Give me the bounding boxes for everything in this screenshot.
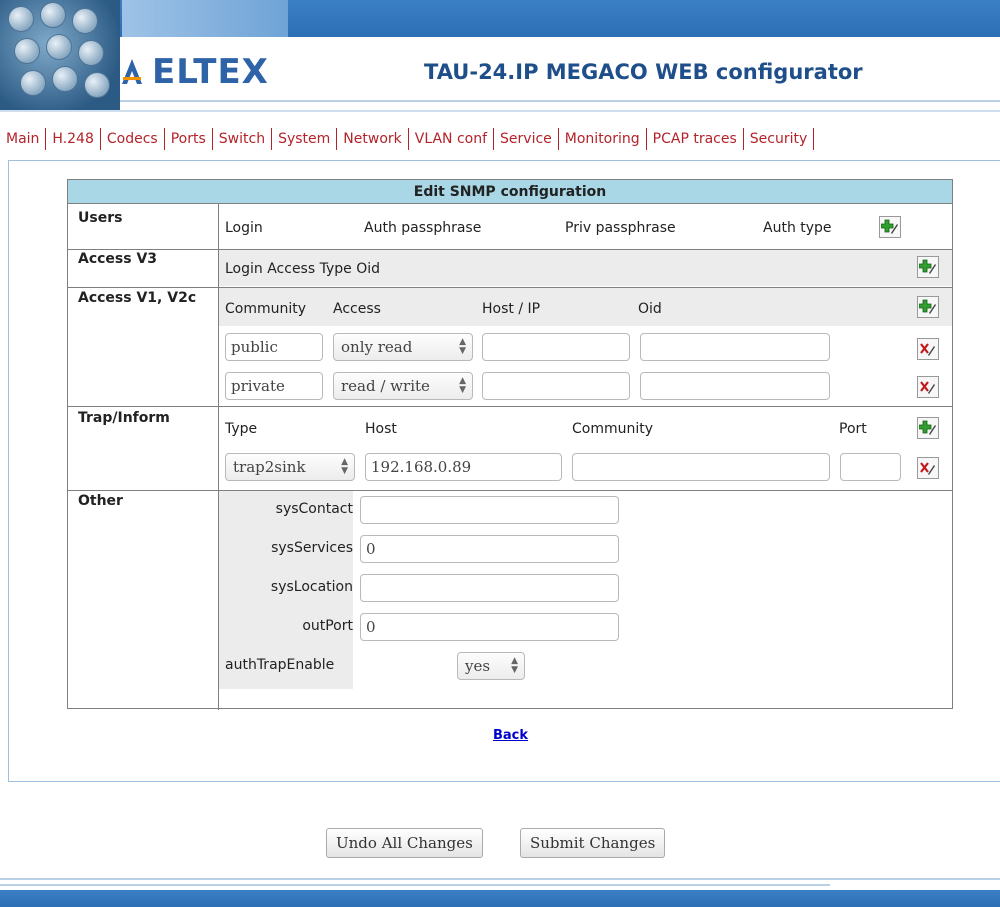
- trap-type-value: trap2sink: [233, 458, 306, 476]
- trap-type-select[interactable]: trap2sink ▲ ▼: [225, 453, 355, 481]
- access-v3-label: Access V3: [78, 251, 158, 267]
- access-select[interactable]: read / write ▲ ▼: [333, 372, 473, 400]
- authtrapenable-value: yes: [465, 657, 491, 675]
- select-arrows-icon: ▲ ▼: [459, 337, 466, 356]
- nav-item-security[interactable]: Security: [744, 128, 815, 150]
- footer: [0, 878, 1000, 907]
- community-input[interactable]: private: [225, 372, 323, 400]
- users-col-auth-passphrase: Auth passphrase: [364, 220, 482, 236]
- access-v12-col-oid: Oid: [638, 301, 662, 317]
- access-v12-shade: [219, 288, 952, 326]
- trap-col-community: Community: [572, 421, 654, 437]
- row-divider: [68, 490, 952, 491]
- access-v12-col-access: Access: [333, 301, 381, 317]
- syscontact-label: sysContact: [275, 501, 353, 517]
- add-edit-icon: [881, 219, 898, 234]
- main-nav: Main H.248 Codecs Ports Switch System Ne…: [0, 127, 815, 151]
- access-select-value: read / write: [341, 377, 430, 395]
- nav-item-vlan-conf[interactable]: VLAN conf: [409, 128, 495, 150]
- access-select-value: only read: [341, 338, 413, 356]
- trap-inform-label: Trap/Inform: [78, 410, 170, 426]
- nav-item-h248[interactable]: H.248: [46, 128, 101, 150]
- eltex-logo-icon: [122, 59, 142, 84]
- users-col-auth-type: Auth type: [763, 220, 832, 236]
- authtrapenable-label: authTrapEnable: [225, 657, 335, 673]
- access-v3-columns: Login Access Type Oid: [225, 261, 380, 277]
- footer-divider-lower: [0, 884, 830, 886]
- trap-col-host: Host: [365, 421, 397, 437]
- nav-item-switch[interactable]: Switch: [213, 128, 273, 150]
- users-col-login: Login: [225, 220, 263, 236]
- logo-text: ELTEX: [152, 52, 269, 92]
- eltex-logo: ELTEX: [120, 52, 269, 92]
- add-edit-icon: [919, 259, 936, 274]
- select-arrows-icon: ▲ ▼: [511, 656, 518, 675]
- nav-item-pcap-traces[interactable]: PCAP traces: [647, 128, 744, 150]
- access-v12-label: Access V1, V2c: [78, 290, 197, 306]
- submit-changes-button[interactable]: Submit Changes: [520, 828, 666, 858]
- delete-row-button[interactable]: [917, 457, 939, 479]
- nav-item-system[interactable]: System: [272, 128, 338, 150]
- snmp-table-title: Edit SNMP configuration: [68, 180, 952, 204]
- footer-bar: [0, 890, 1000, 907]
- header-top-strip-highlight: [122, 0, 288, 37]
- trap-col-type: Type: [225, 421, 258, 437]
- delete-icon: [920, 381, 935, 394]
- nav-item-codecs[interactable]: Codecs: [101, 128, 165, 150]
- trap-community-input[interactable]: [572, 453, 830, 481]
- access-v3-add-button[interactable]: [917, 256, 939, 278]
- keypad-photo: [0, 0, 120, 110]
- select-arrows-icon: ▲ ▼: [341, 457, 348, 476]
- header: ELTEX TAU-24.IP MEGACO WEB configurator: [0, 0, 1000, 120]
- users-col-priv-passphrase: Priv passphrase: [565, 220, 676, 236]
- sysservices-input[interactable]: 0: [360, 535, 619, 563]
- oid-input[interactable]: [640, 372, 830, 400]
- undo-all-changes-button[interactable]: Undo All Changes: [326, 828, 483, 858]
- delete-icon: [920, 462, 935, 475]
- delete-row-button[interactable]: [917, 376, 939, 398]
- delete-icon: [920, 343, 935, 356]
- host-ip-input[interactable]: [482, 372, 630, 400]
- users-label: Users: [78, 210, 123, 226]
- access-v12-col-host: Host / IP: [482, 301, 541, 317]
- syscontact-input[interactable]: [360, 496, 619, 524]
- access-select[interactable]: only read ▲ ▼: [333, 333, 473, 361]
- header-divider: [120, 100, 1000, 102]
- other-label: Other: [78, 493, 123, 509]
- nav-item-monitoring[interactable]: Monitoring: [559, 128, 647, 150]
- community-input[interactable]: public: [225, 333, 323, 361]
- nav-item-service[interactable]: Service: [494, 128, 559, 150]
- header-divider-lower: [0, 110, 1000, 112]
- row-divider: [68, 406, 952, 407]
- footer-divider: [0, 878, 1000, 880]
- select-arrows-icon: ▲ ▼: [459, 376, 466, 395]
- nav-item-ports[interactable]: Ports: [165, 128, 213, 150]
- access-v12-col-community: Community: [225, 301, 307, 317]
- sysservices-label: sysServices: [271, 540, 353, 556]
- trap-col-port: Port: [839, 421, 867, 437]
- add-edit-icon: [919, 420, 936, 435]
- back-link[interactable]: Back: [493, 728, 528, 743]
- trap-host-input[interactable]: 192.168.0.89: [365, 453, 562, 481]
- oid-input[interactable]: [640, 333, 830, 361]
- syslocation-label: sysLocation: [270, 579, 353, 595]
- delete-row-button[interactable]: [917, 338, 939, 360]
- app-title: TAU-24.IP MEGACO WEB configurator: [424, 60, 863, 84]
- nav-item-main[interactable]: Main: [0, 128, 47, 150]
- add-edit-icon: [919, 299, 936, 314]
- syslocation-input[interactable]: [360, 574, 619, 602]
- access-v12-add-button[interactable]: [917, 296, 939, 318]
- users-add-button[interactable]: [879, 216, 901, 238]
- authtrapenable-select[interactable]: yes ▲ ▼: [457, 652, 525, 680]
- outport-input[interactable]: 0: [360, 613, 619, 641]
- nav-item-network[interactable]: Network: [337, 128, 409, 150]
- host-ip-input[interactable]: [482, 333, 630, 361]
- snmp-config-table: Edit SNMP configuration Users Login Auth…: [67, 179, 953, 710]
- outport-label: outPort: [302, 618, 353, 634]
- trap-add-button[interactable]: [917, 417, 939, 439]
- trap-port-input[interactable]: [840, 453, 901, 481]
